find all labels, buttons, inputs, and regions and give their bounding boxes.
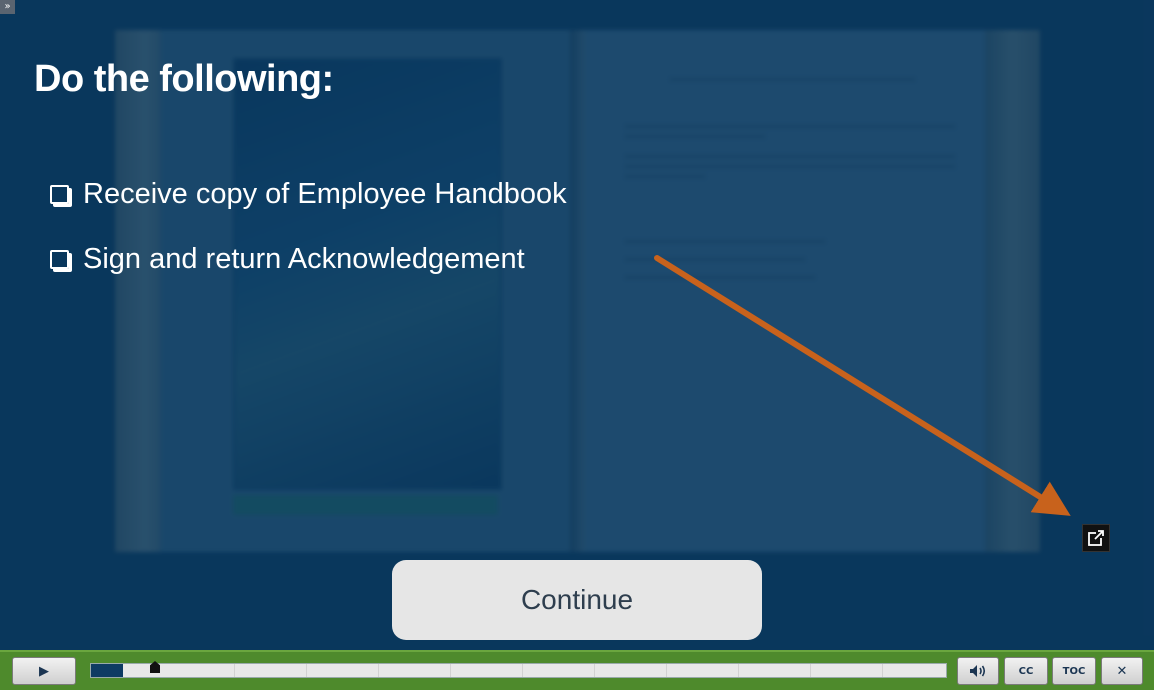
open-external-icon[interactable] <box>1082 524 1110 552</box>
close-button[interactable]: ✕ <box>1101 657 1143 685</box>
closed-captions-button[interactable]: CC <box>1004 657 1048 685</box>
sidebar-toggle-button[interactable]: » <box>0 0 15 14</box>
play-button[interactable]: ▶ <box>12 657 76 685</box>
checklist-item: Receive copy of Employee Handbook <box>50 174 567 214</box>
checkbox-icon <box>50 184 69 204</box>
continue-button[interactable]: Continue <box>392 560 762 640</box>
slide-title: Do the following: <box>34 58 334 100</box>
task-checklist: Receive copy of Employee Handbook Sign a… <box>50 174 567 304</box>
slide-stage: » Do the following: Receive copy of Empl… <box>0 0 1154 650</box>
volume-button[interactable] <box>957 657 999 685</box>
checklist-item: Sign and return Acknowledgement <box>50 239 567 279</box>
progress-scrubber[interactable] <box>90 663 947 678</box>
checklist-item-label: Sign and return Acknowledgement <box>83 242 525 275</box>
progress-fill <box>91 664 123 677</box>
player-control-bar: ▶ CC TOC ✕ <box>0 650 1154 690</box>
table-of-contents-button[interactable]: TOC <box>1052 657 1096 685</box>
checklist-item-label: Receive copy of Employee Handbook <box>83 177 567 210</box>
play-icon: ▶ <box>39 663 49 679</box>
checkbox-icon <box>50 249 69 269</box>
speaker-icon <box>970 665 986 677</box>
